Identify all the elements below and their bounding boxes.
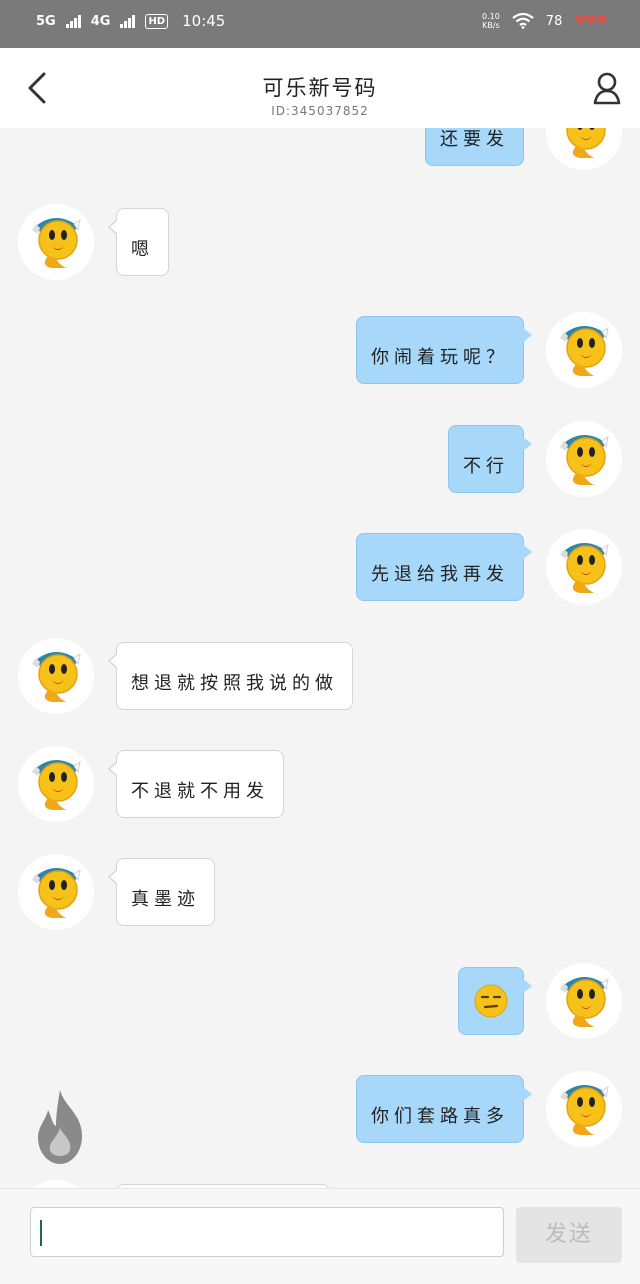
message-bubble-outgoing[interactable]: 你们套路真多 xyxy=(356,1075,532,1143)
message-row: 嗯 xyxy=(0,204,640,284)
chat-header: 可乐新号码 ID:345037852 xyxy=(0,48,640,128)
message-bubble-outgoing[interactable]: 还要发 xyxy=(425,128,524,166)
avatar[interactable] xyxy=(18,854,94,930)
signal-icon xyxy=(65,14,81,28)
send-button[interactable]: 发送 xyxy=(516,1207,622,1263)
message-row: 不行 xyxy=(0,421,640,501)
message-bubble-outgoing[interactable] xyxy=(458,967,532,1035)
signal-icon-2 xyxy=(120,14,136,28)
unamused-face-icon xyxy=(474,984,508,1018)
avatar[interactable] xyxy=(18,746,94,822)
header-title-block: 可乐新号码 ID:345037852 xyxy=(170,72,470,118)
wifi-icon xyxy=(512,13,534,29)
net-speed-value: 0.10 xyxy=(481,12,500,21)
avatar[interactable] xyxy=(18,1180,94,1188)
message-row: 真墨迹 xyxy=(0,854,640,934)
status-left: 5G 4G HD 10:45 xyxy=(36,12,225,30)
message-bubble-incoming[interactable]: 嗯 xyxy=(108,208,169,276)
hd-badge: HD xyxy=(145,13,169,29)
chat-messages[interactable]: 还要发 嗯 你闹着玩呢？ 不行 先退给我再发 想退就按照我说的做 不退就不用发 … xyxy=(0,128,640,1188)
avatar[interactable] xyxy=(18,638,94,714)
message-row: 不退就不用发 xyxy=(0,746,640,826)
message-bubble-outgoing[interactable]: 你闹着玩呢？ xyxy=(356,316,532,384)
avatar[interactable] xyxy=(546,128,622,170)
message-row: 你闹着玩呢？ xyxy=(0,312,640,392)
back-chevron-icon[interactable] xyxy=(18,66,58,110)
net-speed: 0.10 KB/s xyxy=(482,12,500,30)
battery-level: 78 xyxy=(545,13,563,29)
network-4g-label: 4G xyxy=(90,13,111,29)
battery-hearts-icon: ♥♥♥ xyxy=(574,13,608,29)
network-5g-label: 5G xyxy=(36,13,56,29)
message-row: 你们套路真多 xyxy=(0,1071,640,1151)
status-bar: 5G 4G HD 10:45 0.10 KB/s 78 ♥♥♥ xyxy=(0,0,640,48)
message-bubble-outgoing[interactable]: 不行 xyxy=(448,425,532,493)
message-bubble-incoming[interactable]: 不退就不用发 xyxy=(108,750,284,818)
avatar[interactable] xyxy=(546,421,622,497)
chat-title: 可乐新号码 xyxy=(262,76,378,100)
status-time: 10:45 xyxy=(182,12,226,30)
message-bubble-outgoing[interactable]: 先退给我再发 xyxy=(356,533,532,601)
avatar[interactable] xyxy=(546,1071,622,1147)
message-bubble-incoming[interactable]: 真墨迹 xyxy=(108,858,215,926)
fire-icon[interactable] xyxy=(30,1088,90,1166)
message-bubble-incoming[interactable]: 想退就按照我说的做 xyxy=(108,642,353,710)
message-input[interactable] xyxy=(30,1207,504,1257)
status-right: 0.10 KB/s 78 ♥♥♥ xyxy=(482,12,608,30)
message-row: 先退给我再发 xyxy=(0,529,640,609)
net-speed-unit: KB/s xyxy=(482,21,500,30)
avatar[interactable] xyxy=(546,529,622,605)
avatar[interactable] xyxy=(18,204,94,280)
message-row xyxy=(0,963,640,1043)
avatar[interactable] xyxy=(546,312,622,388)
text-caret xyxy=(40,1220,42,1246)
message-row-partial xyxy=(0,1180,640,1188)
message-row: 还要发 xyxy=(0,128,640,174)
message-row: 想退就按照我说的做 xyxy=(0,638,640,718)
person-icon[interactable] xyxy=(592,70,624,106)
input-bar: 发送 xyxy=(0,1188,640,1284)
avatar[interactable] xyxy=(546,963,622,1039)
chat-id: ID:345037852 xyxy=(271,104,369,118)
